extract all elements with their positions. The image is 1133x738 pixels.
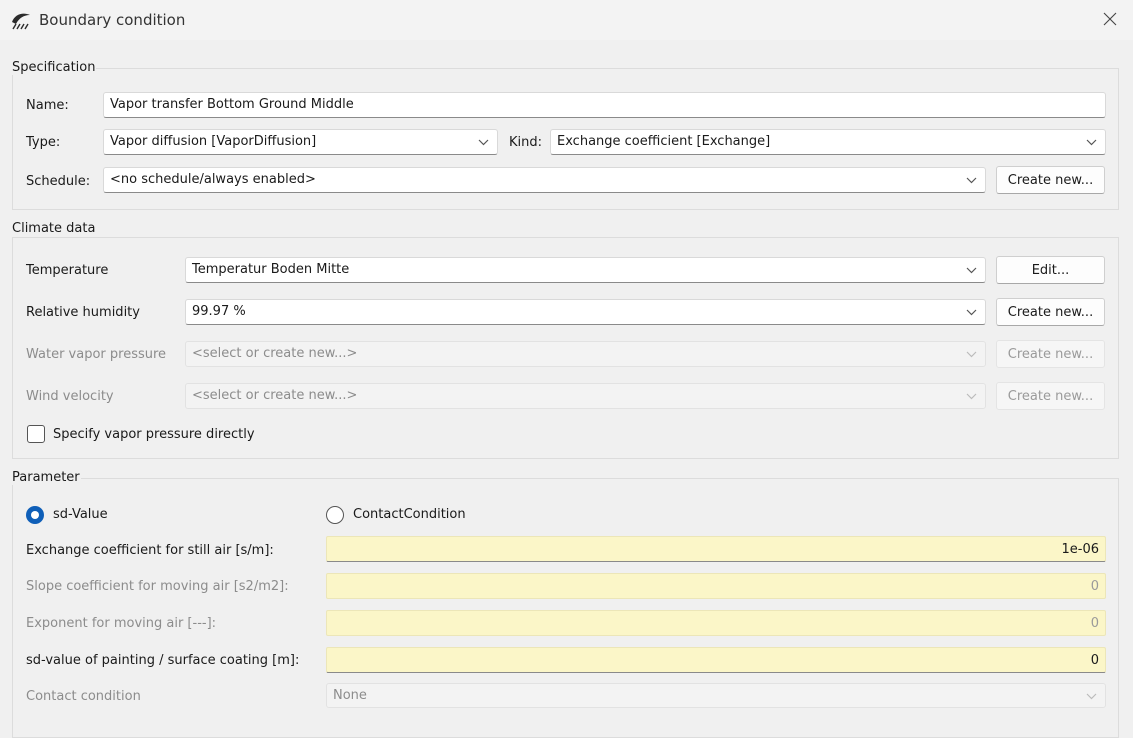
temperature-select[interactable]: Temperatur Boden Mitte xyxy=(185,257,986,283)
still-air-coefficient-label: Exchange coefficient for still air [s/m]… xyxy=(26,543,274,558)
kind-label: Kind: xyxy=(509,135,543,150)
contact-condition-select: None xyxy=(326,683,1106,708)
chevron-down-icon xyxy=(966,177,977,184)
close-icon xyxy=(1103,12,1117,26)
type-label: Type: xyxy=(26,135,61,150)
name-input[interactable]: Vapor transfer Bottom Ground Middle xyxy=(103,92,1106,118)
specification-group-label: Specification xyxy=(11,60,97,75)
type-select-value: Vapor diffusion [VaporDiffusion] xyxy=(110,134,317,149)
exponent-input: 0 xyxy=(326,610,1106,636)
title-bar: Boundary condition xyxy=(0,0,1133,40)
relative-humidity-select-value: 99.97 % xyxy=(192,304,246,319)
parameter-group-label: Parameter xyxy=(11,470,81,485)
sd-coating-label: sd-value of painting / surface coating [… xyxy=(26,653,300,668)
contact-condition-radio[interactable] xyxy=(326,506,344,524)
water-vapor-pressure-create-new-button: Create new... xyxy=(996,340,1105,368)
climate-data-group-label: Climate data xyxy=(11,221,97,236)
specify-vapor-pressure-label: Specify vapor pressure directly xyxy=(53,427,255,442)
contact-condition-radio-label: ContactCondition xyxy=(353,507,466,522)
kind-select-value: Exchange coefficient [Exchange] xyxy=(557,134,771,149)
wind-velocity-select: <select or create new...> xyxy=(185,383,986,409)
chevron-down-icon xyxy=(966,267,977,274)
name-label: Name: xyxy=(26,98,69,113)
chevron-down-icon xyxy=(966,393,977,400)
water-vapor-pressure-select: <select or create new...> xyxy=(185,341,986,367)
water-vapor-pressure-label: Water vapor pressure xyxy=(26,347,167,362)
relative-humidity-label: Relative humidity xyxy=(26,305,140,320)
contact-condition-label: Contact condition xyxy=(26,689,141,704)
sd-coating-input[interactable]: 0 xyxy=(326,647,1106,673)
slope-coefficient-input: 0 xyxy=(326,573,1106,599)
chevron-down-icon xyxy=(1086,139,1097,146)
wind-velocity-create-new-button: Create new... xyxy=(996,382,1105,410)
specify-vapor-pressure-checkbox[interactable] xyxy=(27,425,45,443)
schedule-create-new-button[interactable]: Create new... xyxy=(996,166,1105,194)
chevron-down-icon xyxy=(1086,693,1097,700)
window-title: Boundary condition xyxy=(39,11,186,29)
exponent-label: Exponent for moving air [---]: xyxy=(26,616,217,631)
slope-coefficient-label: Slope coefficient for moving air [s2/m2]… xyxy=(26,579,289,594)
chevron-down-icon xyxy=(966,309,977,316)
water-vapor-pressure-select-value: <select or create new...> xyxy=(192,346,358,361)
relative-humidity-select[interactable]: 99.97 % xyxy=(185,299,986,325)
temperature-edit-button[interactable]: Edit... xyxy=(996,256,1105,284)
contact-condition-select-value: None xyxy=(333,688,367,703)
temperature-label: Temperature xyxy=(26,263,109,278)
app-logo-icon xyxy=(12,13,30,30)
chevron-down-icon xyxy=(966,351,977,358)
sd-value-radio[interactable] xyxy=(26,506,44,524)
schedule-label: Schedule: xyxy=(26,174,91,189)
temperature-select-value: Temperatur Boden Mitte xyxy=(192,262,350,277)
wind-velocity-label: Wind velocity xyxy=(26,389,114,404)
still-air-coefficient-input[interactable]: 1e-06 xyxy=(326,536,1106,562)
type-select[interactable]: Vapor diffusion [VaporDiffusion] xyxy=(103,129,498,155)
wind-velocity-select-value: <select or create new...> xyxy=(192,388,358,403)
schedule-select-value: <no schedule/always enabled> xyxy=(110,172,316,187)
kind-select[interactable]: Exchange coefficient [Exchange] xyxy=(550,129,1106,155)
relative-humidity-create-new-button[interactable]: Create new... xyxy=(996,298,1105,326)
chevron-down-icon xyxy=(478,139,489,146)
schedule-select[interactable]: <no schedule/always enabled> xyxy=(103,167,986,193)
sd-value-radio-label: sd-Value xyxy=(53,507,108,522)
close-button[interactable] xyxy=(1087,0,1133,38)
